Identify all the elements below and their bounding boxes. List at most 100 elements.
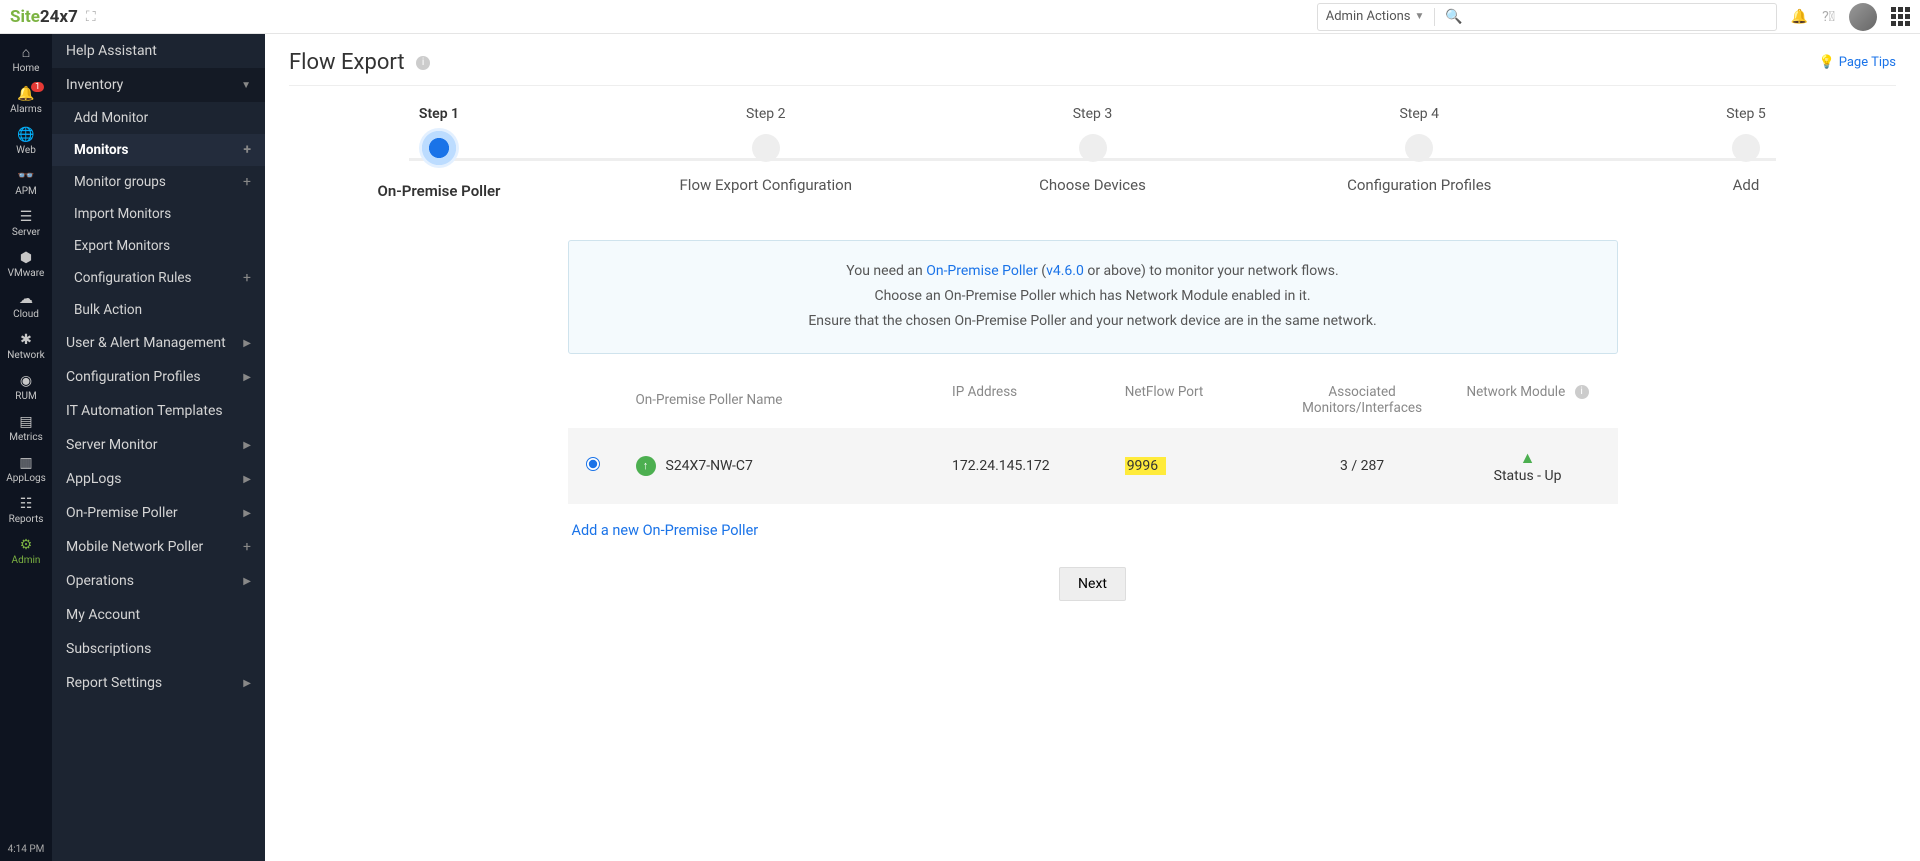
sidebar-my-account[interactable]: My Account [52,598,265,632]
rail-apm[interactable]: 👓APM [0,162,52,203]
page-title: Flow Export i [289,50,430,75]
rail-web[interactable]: 🌐Web [0,121,52,162]
rail-label: VMware [8,268,45,279]
version-link[interactable]: v4.6.0 [1046,263,1084,279]
banner-text: ( [1038,263,1046,279]
sidebar-operations[interactable]: Operations ▶ [52,564,265,598]
rail-applogs[interactable]: ▥AppLogs [0,449,52,490]
step-circle-icon [1405,134,1433,162]
plus-icon[interactable]: + [243,539,251,555]
notification-icon[interactable]: 🔔 [1791,9,1808,25]
plus-icon[interactable]: + [243,142,251,158]
table-row[interactable]: ↑ S24X7-NW-C7 172.24.145.172 9996 3 / 28… [568,428,1618,504]
page-tips-link[interactable]: 💡 Page Tips [1819,55,1896,70]
chevron-right-icon: ▶ [243,576,251,587]
step-number: Step 2 [676,106,856,122]
dropdown-caret-icon: ▼ [1415,11,1425,22]
banner-line-2: Choose an On-Premise Poller which has Ne… [593,284,1593,309]
rail-label: APM [15,186,37,197]
chevron-right-icon: ▶ [243,372,251,383]
chevron-right-icon: ▶ [243,508,251,519]
rail-label: Admin [12,555,41,566]
step-3[interactable]: Step 3 Choose Devices [1003,106,1183,194]
sidebar-user-alert[interactable]: User & Alert Management▶ [52,326,265,360]
admin-actions-search[interactable]: Admin Actions ▼ 🔍 [1317,3,1777,31]
col-assoc-header: Associated Monitors/Interfaces [1269,384,1456,416]
globe-icon: 🌐 [0,127,52,143]
plus-icon[interactable]: + [243,270,251,286]
logo[interactable]: Site24x7 [10,7,78,27]
poller-radio[interactable] [586,457,600,471]
sidebar-config-profiles[interactable]: Configuration Profiles▶ [52,360,265,394]
sidebar: Help Assistant Inventory▼ Add Monitor Mo… [52,34,265,861]
sidebar-item-label: Help Assistant [66,43,157,59]
sidebar-help-assistant[interactable]: Help Assistant [52,34,265,68]
rail-vmware[interactable]: ⬢VMware [0,244,52,285]
expand-icon[interactable]: ⛶ [86,9,96,25]
info-icon[interactable]: i [416,56,430,70]
sidebar-import-monitors[interactable]: Import Monitors [52,198,265,230]
sidebar-item-label: Monitor groups [74,174,166,190]
add-poller-link[interactable]: Add a new On-Premise Poller [572,522,759,539]
rail-cloud[interactable]: ☁Cloud [0,285,52,326]
sidebar-item-label: Operations [66,573,134,589]
onprem-poller-link[interactable]: On-Premise Poller [926,263,1038,279]
rail-time: 4:14 PM [8,838,45,861]
chevron-right-icon: ▶ [243,474,251,485]
page-title-text: Flow Export [289,50,405,75]
next-button[interactable]: Next [1059,567,1126,601]
sidebar-subscriptions[interactable]: Subscriptions [52,632,265,666]
step-2[interactable]: Step 2 Flow Export Configuration [676,106,856,194]
sidebar-item-label: IT Automation Templates [66,403,223,419]
step-number: Step 1 [349,106,529,122]
step-5[interactable]: Step 5 Add [1656,106,1836,194]
col-net-header: Network Module i [1456,384,1600,416]
step-4[interactable]: Step 4 Configuration Profiles [1329,106,1509,194]
sidebar-it-automation[interactable]: IT Automation Templates [52,394,265,428]
poller-status: Status - Up [1456,468,1600,484]
rail-admin[interactable]: ⚙Admin [0,531,52,572]
status-up-icon: ↑ [636,456,656,476]
sidebar-server-monitor[interactable]: Server Monitor▶ [52,428,265,462]
sidebar-add-monitor[interactable]: Add Monitor [52,102,265,134]
sidebar-onprem-poller[interactable]: On-Premise Poller ▶ [52,496,265,530]
poller-assoc: 3 / 287 [1269,458,1456,474]
server-icon: ☰ [0,209,52,225]
rail-metrics[interactable]: ▤Metrics [0,408,52,449]
sidebar-configuration-rules[interactable]: Configuration Rules+ [52,262,265,294]
sidebar-mobile-poller[interactable]: Mobile Network Poller+ [52,530,265,564]
logo-part-b: 24x7 [40,7,78,27]
sidebar-item-label: On-Premise Poller [66,505,178,521]
avatar[interactable] [1849,3,1877,31]
rail-alarms[interactable]: 1🔔Alarms [0,80,52,121]
sidebar-inventory[interactable]: Inventory▼ [52,68,265,102]
sidebar-applogs[interactable]: AppLogs▶ [52,462,265,496]
logo-part-a: Site [10,7,40,27]
sidebar-item-label: Report Settings [66,675,162,691]
sidebar-monitors[interactable]: Monitors+ [52,134,265,166]
sidebar-item-label: Import Monitors [74,206,171,222]
step-1[interactable]: Step 1 On-Premise Poller [349,106,529,200]
sidebar-report-settings[interactable]: Report Settings▶ [52,666,265,700]
sidebar-monitor-groups[interactable]: Monitor groups + [52,166,265,198]
help-icon[interactable]: ?⃝ [1822,9,1835,25]
rail-reports[interactable]: ☷Reports [0,490,52,531]
plus-icon[interactable]: + [243,174,251,190]
icon-rail: ⌂Home 1🔔Alarms 🌐Web 👓APM ☰Server ⬢VMware… [0,34,52,861]
rail-network[interactable]: ✱Network [0,326,52,367]
info-icon[interactable]: i [1575,385,1589,399]
rail-home[interactable]: ⌂Home [0,38,52,80]
sidebar-bulk-action[interactable]: Bulk Action [52,294,265,326]
divider [1434,8,1435,26]
search-input[interactable] [1469,9,1768,24]
apps-grid-icon[interactable] [1891,7,1910,26]
sidebar-export-monitors[interactable]: Export Monitors [52,230,265,262]
rail-server[interactable]: ☰Server [0,203,52,244]
sidebar-item-label: User & Alert Management [66,335,226,351]
step-name: Add [1656,176,1836,194]
banner-line-1: You need an On-Premise Poller (v4.6.0 or… [593,259,1593,284]
rail-rum[interactable]: ◉RUM [0,367,52,408]
admin-actions-label[interactable]: Admin Actions [1326,9,1411,24]
poller-ip: 172.24.145.172 [952,458,1125,474]
col-port-header: NetFlow Port [1125,384,1269,416]
